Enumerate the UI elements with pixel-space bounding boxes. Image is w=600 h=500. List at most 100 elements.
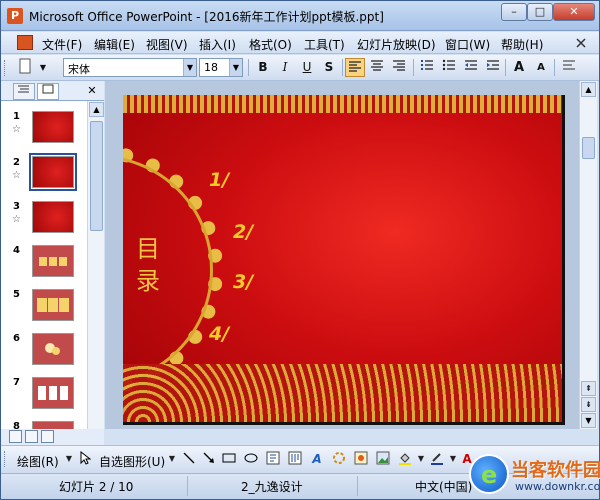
menu-slideshow[interactable]: 幻灯片放映(D) [357,36,436,53]
slide-title[interactable]: 目录 [135,233,161,297]
powerpoint-icon[interactable]: P [7,8,23,24]
italic-button[interactable]: I [275,58,295,77]
menu-window[interactable]: 窗口(W) [445,36,490,53]
align-center-button[interactable] [367,58,387,77]
rectangle-tool-icon[interactable] [221,451,237,467]
select-objects-icon[interactable] [77,450,93,467]
status-divider [187,476,188,496]
line-tool-icon[interactable] [181,451,197,467]
animation-star-icon: ☆ [12,214,21,225]
animation-star-icon: ☆ [12,170,21,181]
thumbnails-scrollbar[interactable]: ▲ ▼ [87,101,104,445]
numbered-list-icon[interactable] [417,58,437,77]
fill-color-icon[interactable] [397,451,413,467]
increase-indent-icon[interactable] [483,58,503,77]
scroll-up-icon[interactable]: ▲ [89,102,104,117]
agenda-item-1[interactable]: 1/ [209,169,229,191]
scroll-up-icon[interactable]: ▲ [581,82,596,97]
minimize-button[interactable]: – [501,3,527,21]
grow-font-button[interactable]: A [509,58,529,77]
slide-preview[interactable] [29,153,77,191]
toolbar-options-icon[interactable] [559,58,579,77]
slide-preview[interactable] [32,377,74,409]
menu-edit[interactable]: 编辑(E) [94,36,135,53]
document-icon[interactable] [17,35,33,50]
slide-canvas[interactable]: 目录 1/ 2/ 3/ 4/ [123,95,565,425]
next-slide-icon[interactable]: ⇟ [581,397,596,412]
close-document-icon[interactable] [569,35,593,51]
slide-preview[interactable] [32,333,74,365]
slideshow-view-icon[interactable] [41,430,54,443]
underline-button[interactable]: U [297,58,317,77]
panel-tabs: ✕ [1,81,104,101]
bold-button[interactable]: B [253,58,273,77]
agenda-item-2[interactable]: 2/ [233,221,253,243]
slide-thumbnail-2[interactable]: 2 ☆ [1,153,87,197]
diagram-icon[interactable] [331,451,347,467]
scroll-thumb[interactable] [582,137,595,159]
picture-icon[interactable] [375,451,391,467]
font-size-select[interactable]: 18 ▼ [199,58,243,77]
maximize-button[interactable]: □ [527,3,553,21]
scroll-thumb[interactable] [90,121,103,231]
toolbar-divider [413,59,414,76]
slide-preview[interactable] [32,201,74,233]
autoshapes-menu-button[interactable]: 自选图形(U) [99,453,165,470]
normal-view-icon[interactable] [9,430,22,443]
bullet-list-icon[interactable] [439,58,459,77]
new-document-icon[interactable] [15,58,35,77]
outline-tab-icon[interactable] [13,83,35,100]
menu-help[interactable]: 帮助(H) [501,36,543,53]
menu-tools[interactable]: 工具(T) [304,36,345,53]
watermark-logo-icon: e [469,454,509,494]
slides-tab-icon[interactable] [37,83,59,100]
close-icon[interactable]: ✕ [85,84,99,98]
vertical-textbox-icon[interactable] [287,451,303,467]
agenda-item-4[interactable]: 4/ [209,323,229,345]
font-name-select[interactable]: 宋体 ▼ [63,58,197,77]
slides-panel: ✕ 1 ☆ 2 ☆ 3 ☆ 4 5 6 7 8 ▲ [1,81,104,445]
oval-tool-icon[interactable] [243,451,259,467]
clipart-icon[interactable] [353,451,369,467]
shadow-button[interactable]: S [319,58,339,77]
menu-insert[interactable]: 插入(I) [199,36,236,53]
menu-format[interactable]: 格式(O) [249,36,292,53]
slide-thumbnail-1[interactable]: 1 ☆ [1,109,87,151]
draw-menu-button[interactable]: 绘图(R) [17,453,59,470]
chevron-down-icon[interactable]: ▼ [61,451,77,467]
slide-preview[interactable] [32,245,74,277]
align-left-button[interactable] [345,58,365,77]
line-color-icon[interactable] [429,451,445,467]
textbox-tool-icon[interactable] [265,451,281,467]
shrink-font-button[interactable]: A [531,58,551,77]
slide-thumbnail-5[interactable]: 5 [1,287,87,329]
slide-scrollbar[interactable]: ▲ ⇞ ⇟ ▼ [579,81,597,429]
chevron-down-icon[interactable]: ▼ [229,59,242,76]
slide-thumbnail-6[interactable]: 6 [1,331,87,373]
toolbar-grip[interactable] [4,60,7,76]
font-size-value: 18 [204,61,218,74]
toolbar-grip[interactable] [4,451,7,467]
wordart-icon[interactable]: A [309,451,325,467]
previous-slide-icon[interactable]: ⇞ [581,381,596,396]
chevron-down-icon[interactable]: ▼ [183,59,196,76]
scroll-down-icon[interactable]: ▼ [581,413,596,428]
chevron-down-icon[interactable]: ▼ [164,451,180,467]
slide-preview[interactable] [32,289,74,321]
slide-thumbnail-3[interactable]: 3 ☆ [1,199,87,241]
close-button[interactable]: ✕ [553,3,595,21]
menu-file[interactable]: 文件(F) [42,36,82,53]
slide-thumbnail-7[interactable]: 7 [1,375,87,417]
slide-preview[interactable] [32,111,74,143]
sorter-view-icon[interactable] [25,430,38,443]
chevron-down-icon[interactable]: ▼ [413,451,429,467]
chevron-down-icon[interactable]: ▼ [37,58,49,77]
decrease-indent-icon[interactable] [461,58,481,77]
arrow-tool-icon[interactable] [201,451,217,467]
powerpoint-window: P Microsoft Office PowerPoint - [2016新年工… [0,0,600,500]
menu-view[interactable]: 视图(V) [146,36,188,53]
decorative-waves [123,364,562,422]
align-right-button[interactable] [389,58,409,77]
slide-thumbnail-4[interactable]: 4 [1,243,87,285]
agenda-item-3[interactable]: 3/ [233,271,253,293]
